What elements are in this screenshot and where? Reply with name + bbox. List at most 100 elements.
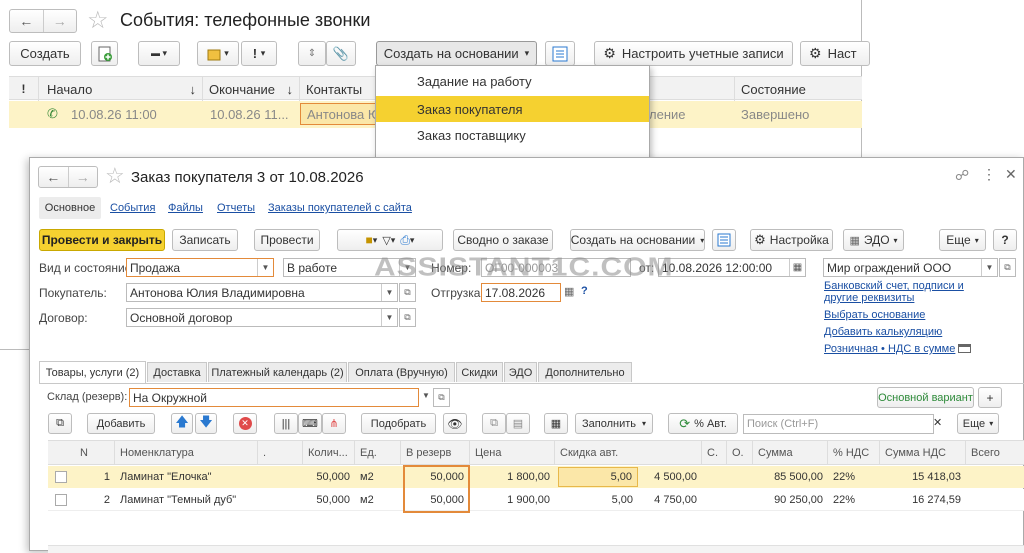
order-summary-button[interactable]: Сводно о заказе: [453, 229, 553, 251]
split-button[interactable]: ⋔: [322, 413, 346, 434]
clear-search-icon[interactable]: ✕: [933, 416, 942, 429]
move-down-button[interactable]: 🡇: [195, 413, 217, 434]
table-more-button[interactable]: Еще ▾: [957, 413, 999, 434]
add-calculation-link[interactable]: Добавить калькуляцию: [824, 326, 942, 338]
back-arrow-icon[interactable]: ←: [39, 167, 68, 187]
col-sum[interactable]: Сумма: [753, 441, 828, 465]
main-variant-button[interactable]: Основной вариант: [877, 387, 974, 408]
create-copy-button[interactable]: [91, 41, 118, 66]
settings-button[interactable]: ⚙ Наст: [800, 41, 870, 66]
fill-button[interactable]: Заполнить ▾: [575, 413, 653, 434]
document-menu-button[interactable]: ▾: [197, 41, 239, 66]
kind-field[interactable]: Продажа ▼: [126, 258, 274, 277]
move-up-button[interactable]: 🡅: [171, 413, 193, 434]
menu-item-supplier-order[interactable]: Заказ поставщику: [376, 124, 649, 148]
chevron-down-icon[interactable]: ▼: [257, 259, 273, 276]
view-button[interactable]: 👁: [443, 413, 467, 434]
calendar-icon[interactable]: ▦: [789, 259, 805, 276]
favorite-star-icon[interactable]: ☆: [105, 163, 125, 189]
col-total[interactable]: Всего: [966, 441, 1024, 465]
date-field[interactable]: 10.08.2026 12:00:00 ▦: [658, 258, 806, 277]
col-qty[interactable]: Колич...: [303, 441, 355, 465]
calc-button[interactable]: ▦: [544, 413, 568, 434]
chevron-down-icon[interactable]: ▼: [381, 284, 397, 301]
view-mode-button[interactable]: ▬ ▾: [138, 41, 180, 66]
favorite-star-icon[interactable]: ☆: [87, 6, 109, 35]
nav-tab-main[interactable]: Основное: [39, 197, 101, 219]
ship-date-field[interactable]: 17.08.2026: [481, 283, 561, 302]
row-checkbox[interactable]: [55, 494, 67, 506]
chevron-down-icon[interactable]: ▼: [381, 309, 397, 326]
structure-button[interactable]: [545, 41, 575, 66]
column-end[interactable]: Окончание ↓: [203, 77, 300, 101]
auto-discount-button[interactable]: ⟳% Авт.: [668, 413, 738, 434]
col-nomenclature[interactable]: Номенклатура: [115, 441, 258, 465]
nav-link-site-orders[interactable]: Заказы покупателей с сайта: [268, 202, 412, 214]
link-icon[interactable]: ☍: [955, 167, 969, 184]
pick-button[interactable]: Подобрать: [361, 413, 436, 434]
print-group-buttons[interactable]: ■ ▾ ▽ ▾ ⎙ ▾: [337, 229, 443, 251]
barcode-button[interactable]: |||: [274, 413, 298, 434]
tab-delivery[interactable]: Доставка: [147, 362, 207, 382]
help-button[interactable]: ?: [993, 229, 1017, 251]
setup-accounts-button[interactable]: ⚙ Настроить учетные записи: [594, 41, 793, 66]
post-button[interactable]: Провести: [254, 229, 320, 251]
retail-vat-link[interactable]: Розничная • НДС в сумме: [824, 343, 955, 355]
create-based-button[interactable]: Создать на основании ▾: [570, 229, 705, 251]
col-o[interactable]: О.: [727, 441, 753, 465]
edo-button[interactable]: ▦ ЭДО ▾: [843, 229, 904, 251]
sort-button[interactable]: ⇕: [298, 41, 326, 66]
settings-button[interactable]: ⚙ Настройка: [750, 229, 833, 251]
row-checkbox[interactable]: [55, 471, 67, 483]
open-company-icon[interactable]: ⧉: [999, 258, 1016, 277]
bank-account-link[interactable]: Банковский счет, подписи и другие реквиз…: [824, 280, 999, 304]
tab-additional[interactable]: Дополнительно: [538, 362, 632, 382]
copy-rows-button[interactable]: ⧉: [48, 413, 72, 434]
open-contract-icon[interactable]: ⧉: [399, 308, 416, 327]
chevron-down-icon[interactable]: ▼: [422, 391, 430, 400]
table-scrollbar[interactable]: [48, 545, 1024, 553]
add-row-button[interactable]: Добавить: [87, 413, 155, 434]
col-c[interactable]: С.: [702, 441, 727, 465]
buyer-field[interactable]: Антонова Юлия Владимировна ▼: [126, 283, 398, 302]
tab-discounts[interactable]: Скидки: [456, 362, 503, 382]
col-unit[interactable]: Ед.: [355, 441, 401, 465]
delete-row-button[interactable]: ✕: [233, 413, 257, 434]
row-discount-pct[interactable]: 5,00: [558, 467, 638, 487]
col-price[interactable]: Цена: [470, 441, 555, 465]
nav-link-events[interactable]: События: [110, 202, 155, 214]
tab-goods[interactable]: Товары, услуги (2): [39, 361, 146, 383]
col-vat-sum[interactable]: Сумма НДС: [880, 441, 966, 465]
search-input[interactable]: Поиск (Ctrl+F): [743, 414, 934, 434]
importance-button[interactable]: ! ▾: [241, 41, 277, 66]
copy-button[interactable]: ⧉: [482, 413, 506, 434]
post-and-close-button[interactable]: Провести и закрыть: [39, 229, 165, 251]
more-actions-icon[interactable]: ⋮: [982, 166, 996, 183]
col-n[interactable]: N: [70, 441, 115, 465]
tab-edo[interactable]: ЭДО: [504, 362, 537, 382]
add-variant-button[interactable]: +: [978, 387, 1002, 408]
nav-link-reports[interactable]: Отчеты: [217, 202, 255, 214]
table-row[interactable]: 2 Ламинат "Темный дуб" 50,000 м2 50,000 …: [48, 489, 1024, 511]
paste-button[interactable]: ▤: [506, 413, 530, 434]
tab-payment-calendar[interactable]: Платежный календарь (2): [208, 362, 347, 382]
column-start[interactable]: Начало ↓: [39, 77, 203, 101]
back-arrow-icon[interactable]: ←: [10, 10, 43, 32]
menu-item-customer-order[interactable]: Заказ покупателя: [376, 96, 649, 122]
structure-button[interactable]: [712, 229, 736, 251]
row-contact[interactable]: Антонова Ю: [300, 103, 385, 125]
chevron-down-icon[interactable]: ▼: [981, 259, 997, 276]
create-based-button[interactable]: Создать на основании ▾: [376, 41, 537, 66]
col-auto-discount[interactable]: Скидка авт.: [555, 441, 702, 465]
nav-link-files[interactable]: Файлы: [168, 202, 203, 214]
choose-basis-link[interactable]: Выбрать основание: [824, 309, 925, 321]
ship-help-icon[interactable]: ?: [581, 285, 588, 297]
tab-payment[interactable]: Оплата (Вручную): [348, 362, 455, 382]
col-reserve[interactable]: В резерв: [401, 441, 470, 465]
create-button[interactable]: Создать: [9, 41, 81, 66]
calendar-icon[interactable]: ▦: [564, 285, 574, 298]
open-buyer-icon[interactable]: ⧉: [399, 283, 416, 302]
contract-field[interactable]: Основной договор ▼: [126, 308, 398, 327]
forward-arrow-icon[interactable]: →: [42, 10, 77, 32]
forward-arrow-icon[interactable]: →: [67, 167, 98, 187]
